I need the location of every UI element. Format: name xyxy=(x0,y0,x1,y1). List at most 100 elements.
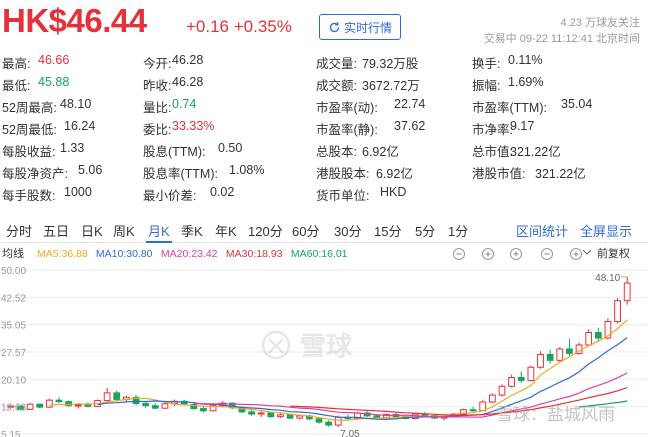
period-tabs: 区间统计 全屏显示 分时 五日 日K 周K 月K 季K 年K 120分 60分 30分 15分 5分 1… xyxy=(0,215,648,243)
zoom-icon xyxy=(570,248,582,260)
candle-body xyxy=(113,392,121,400)
candle-body xyxy=(614,300,621,323)
candle-body xyxy=(286,414,294,419)
interval-stats-link[interactable]: 区间统计 xyxy=(516,221,568,240)
stat-label: 振幅: xyxy=(472,79,501,93)
candle-body xyxy=(142,402,150,407)
tab-7[interactable]: 120分 xyxy=(248,221,283,240)
candle-body xyxy=(546,353,554,361)
xueqiu-logo-icon xyxy=(261,330,291,360)
chart-mode: 均线 xyxy=(2,246,24,260)
stat-label: 成交量: xyxy=(316,57,357,71)
stat-value: 9.17 xyxy=(510,119,535,133)
quote-header: HK$46.44 +0.16 +0.35% 实时行情 4.23 万球友关注 交易… xyxy=(0,0,648,46)
candle-body xyxy=(257,412,265,415)
stat-label: 股息(TTM): xyxy=(143,145,206,159)
candle-body xyxy=(527,366,535,381)
kline-chart[interactable]: 雪球 48.10 7.05 50.00 42.52 35.05 27.57 20.10 12… xyxy=(0,243,648,437)
current-price: HK$46.44 xyxy=(2,2,147,39)
tab-6[interactable]: 年K xyxy=(215,221,237,240)
stat-label: 量比: xyxy=(143,101,172,115)
tab-10[interactable]: 15分 xyxy=(374,221,401,240)
y-tick-label: 5.15 xyxy=(1,430,21,437)
candle-body xyxy=(488,394,496,403)
stat-value: 48.10 xyxy=(60,97,92,111)
stat-value: 0.50 xyxy=(218,141,243,155)
ma-legend-item: MA5:36.88 xyxy=(37,248,88,260)
tab-4[interactable]: 月K xyxy=(148,221,170,240)
fullscreen-link[interactable]: 全屏显示 xyxy=(580,221,632,240)
candle-body xyxy=(585,332,593,346)
trade-time: 交易中 09-22 11:12:41 北京时间 xyxy=(483,33,640,45)
stat-value: 1.69% xyxy=(508,75,544,89)
refresh-icon xyxy=(329,21,340,32)
stat-label: 市盈率(静): xyxy=(316,123,378,137)
stat-value: 6.92亿 xyxy=(362,145,399,159)
candle-body xyxy=(161,403,169,409)
candle-body xyxy=(469,409,477,412)
stat-value: 0.74 xyxy=(172,97,197,111)
candle-body xyxy=(267,412,275,418)
tab-2[interactable]: 日K xyxy=(81,221,103,240)
stat-value: 1.08% xyxy=(229,163,265,177)
stat-label: 每股收益: xyxy=(2,145,56,159)
candle-body xyxy=(36,403,44,408)
stat-label: 52周最低: xyxy=(2,123,57,137)
y-tick-label: 42.52 xyxy=(1,293,26,304)
tab-12[interactable]: 1分 xyxy=(448,221,468,240)
stat-label: 52周最高: xyxy=(2,101,57,115)
stat-label: 成交额: xyxy=(316,79,357,93)
stat-value: 0.11% xyxy=(508,53,543,67)
followers-count: 4.23 万球友关注 xyxy=(560,17,640,29)
stat-value: 0.02 xyxy=(210,185,235,199)
stat-value: 3672.72万 xyxy=(362,79,420,93)
y-tick-label: 20.10 xyxy=(1,375,26,386)
y-tick-label: 35.05 xyxy=(1,321,26,332)
stat-value: 22.74 xyxy=(394,97,426,111)
tab-1[interactable]: 五日 xyxy=(43,221,69,240)
stat-label: 最高: xyxy=(2,57,31,71)
candle-body xyxy=(334,416,342,426)
stat-value: 33.33% xyxy=(172,119,215,133)
stat-label: 股息率(TTM): xyxy=(143,167,218,181)
stat-value: 45.88 xyxy=(38,75,70,89)
tab-5[interactable]: 季K xyxy=(181,221,203,240)
zoom-out-icon xyxy=(541,248,553,260)
y-tick-label: 27.57 xyxy=(1,348,26,359)
candle-body xyxy=(74,404,82,407)
stat-value: HKD xyxy=(380,185,407,199)
realtime-quote-button[interactable]: 实时行情 xyxy=(319,14,401,40)
stat-value: 321.22亿 xyxy=(535,167,586,181)
stat-value: 46.66 xyxy=(38,53,70,67)
stat-label: 市净率: xyxy=(472,123,513,137)
zoom-in-icon xyxy=(510,248,522,260)
stat-label: 市盈率(TTM): xyxy=(472,101,547,115)
y-axis: 50.00 42.52 35.05 27.57 20.10 12.63 5.15 xyxy=(1,266,26,437)
candle-body xyxy=(200,408,207,412)
settings-icon xyxy=(482,248,494,260)
candle-body xyxy=(594,332,602,339)
stat-value: 37.62 xyxy=(394,119,426,133)
tab-3[interactable]: 周K xyxy=(113,221,135,240)
stat-value: 79.32万股 xyxy=(362,57,419,71)
candle-body xyxy=(45,399,53,408)
stat-label: 最低: xyxy=(2,79,31,93)
tab-11[interactable]: 5分 xyxy=(415,221,435,240)
candle-body xyxy=(26,403,34,410)
stat-value: 46.28 xyxy=(172,53,204,67)
watermark-logo-text: 雪球 xyxy=(300,331,353,361)
tab-0[interactable]: 分时 xyxy=(6,221,32,240)
candle-body xyxy=(508,377,516,387)
ma-legend-item: MA30:18.93 xyxy=(226,248,283,260)
ma-legend-item: MA60:16.01 xyxy=(291,248,348,260)
stat-label: 每股净资产: xyxy=(2,167,68,181)
tab-8[interactable]: 60分 xyxy=(292,221,319,240)
candle-body xyxy=(248,411,255,415)
stat-label: 总股本: xyxy=(316,145,357,159)
stat-label: 市盈率(动): xyxy=(316,101,378,115)
stat-label: 换手: xyxy=(472,57,501,71)
tab-9[interactable]: 30分 xyxy=(334,221,361,240)
adjust-mode: 前复权 xyxy=(597,246,630,260)
y-tick-label: 50.00 xyxy=(1,266,26,277)
stat-label: 昨收: xyxy=(143,79,172,93)
